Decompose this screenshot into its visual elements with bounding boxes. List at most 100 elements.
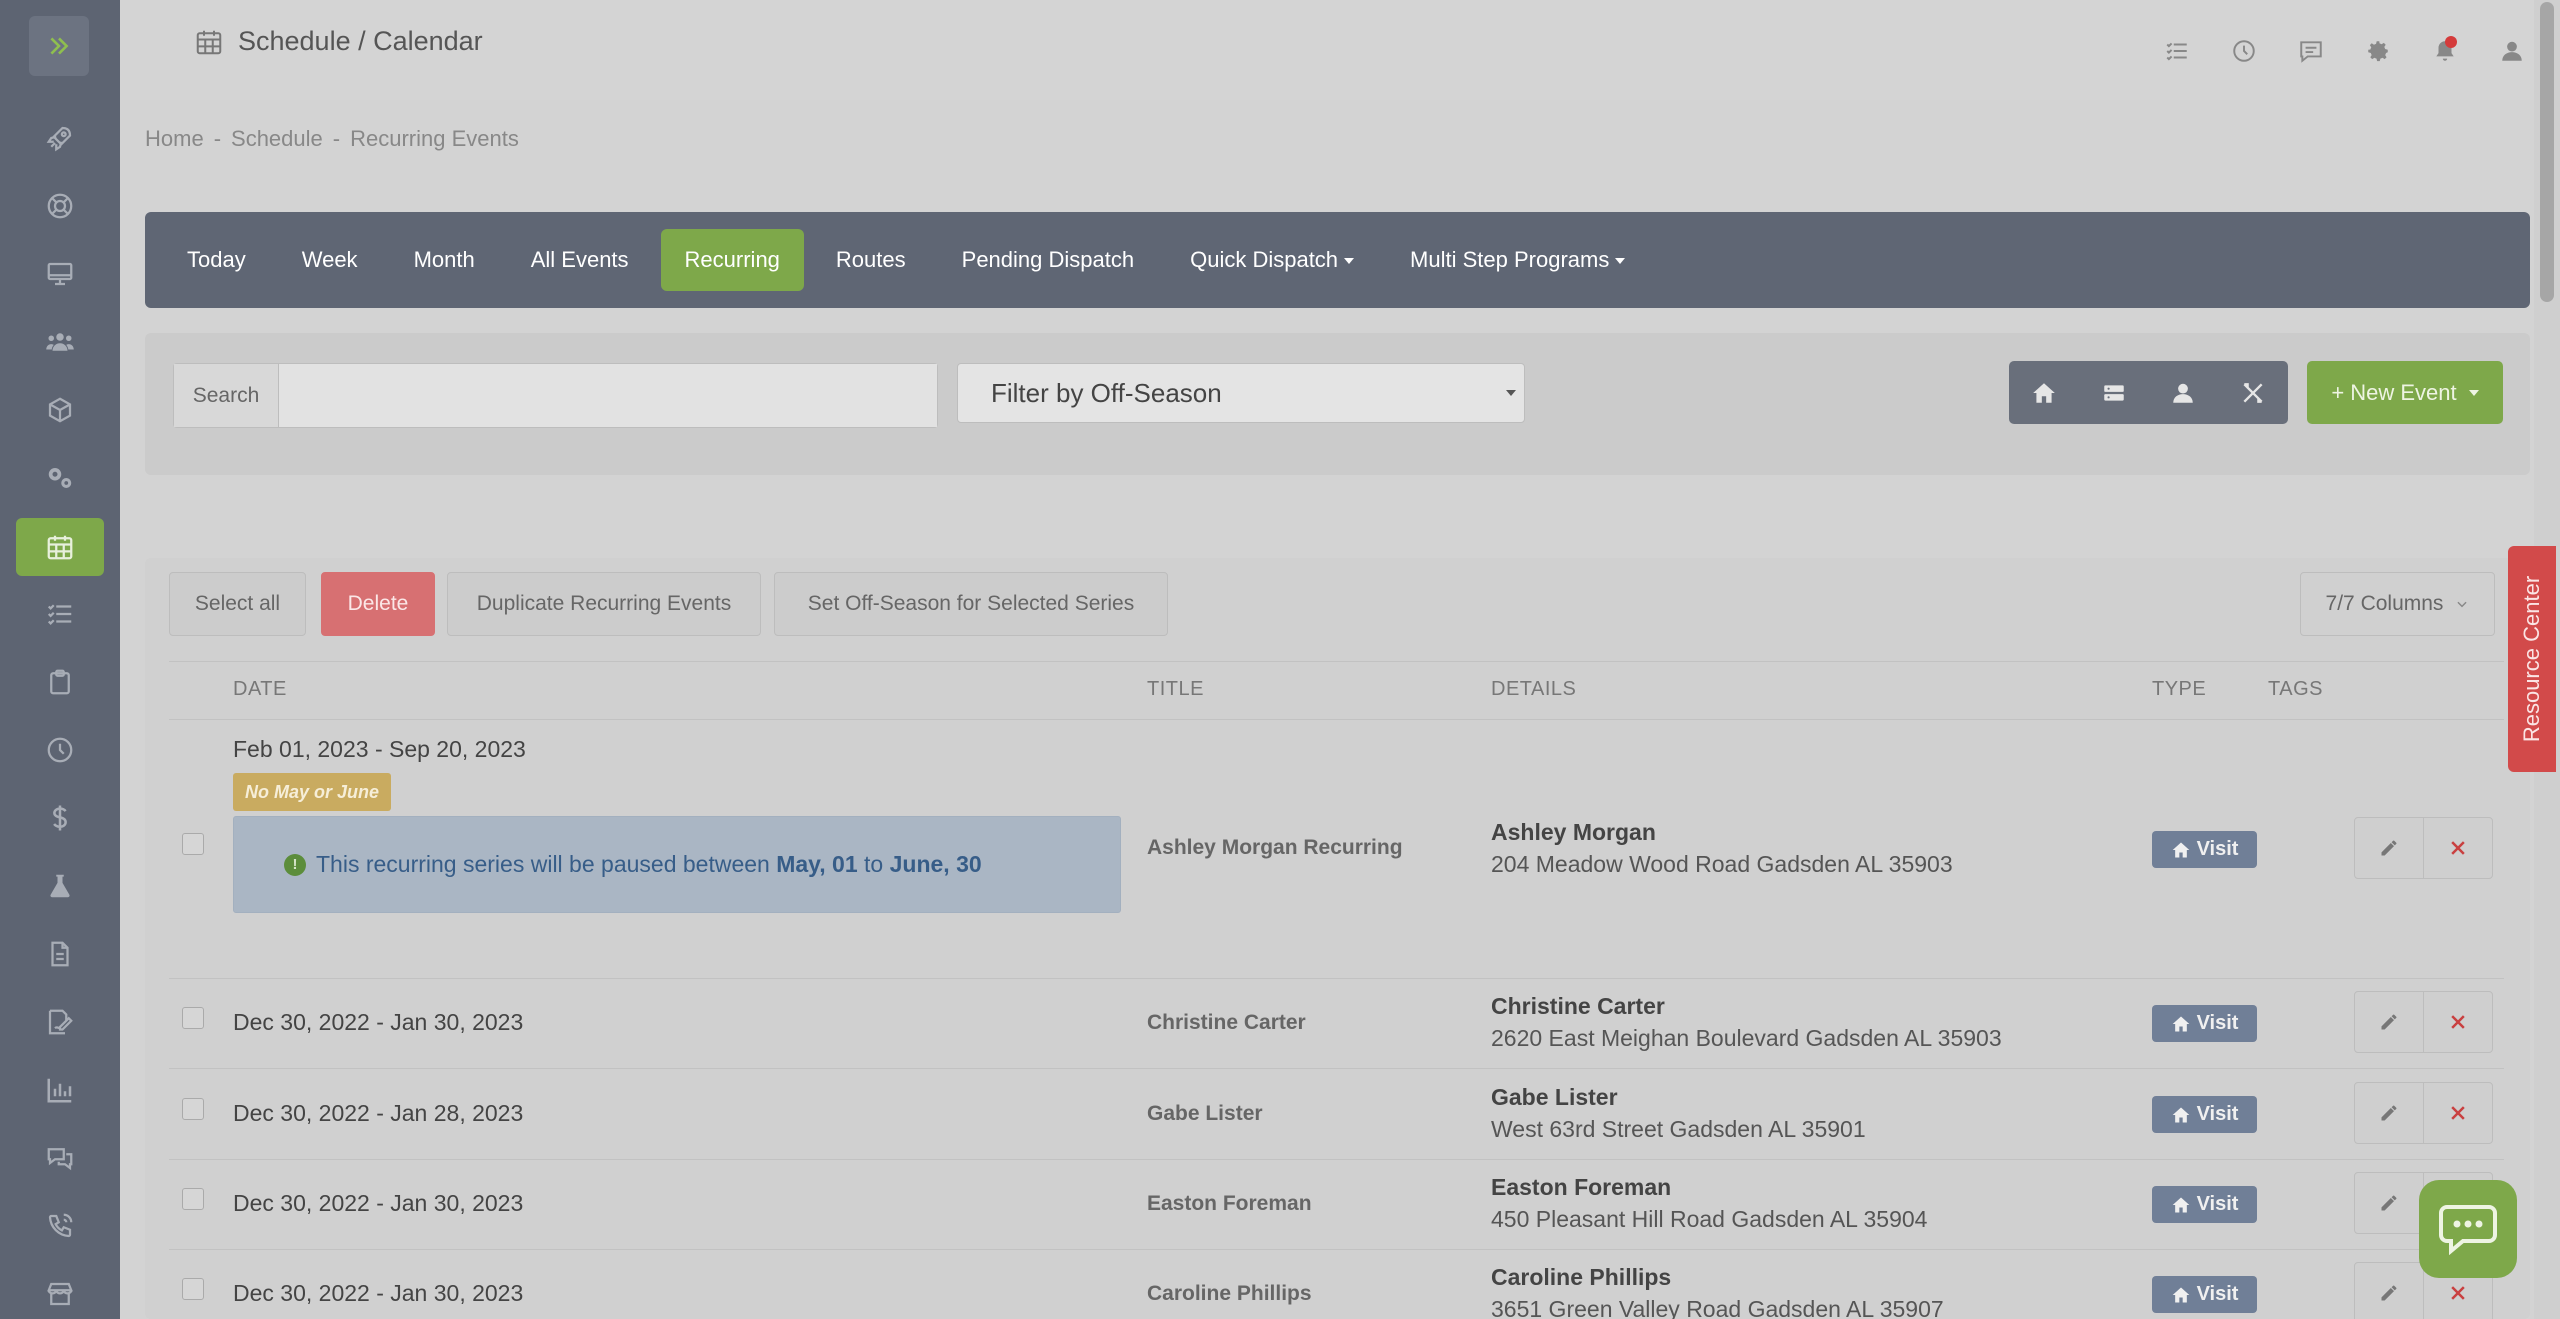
type-badge: Visit: [2152, 831, 2257, 868]
row-checkbox[interactable]: [182, 1098, 204, 1120]
sidebar-item-tasks[interactable]: [16, 585, 104, 643]
columns-toggle-button[interactable]: 7/7 Columns: [2300, 572, 2495, 636]
filter-employee-button[interactable]: [2149, 361, 2219, 424]
sidebar-item-clipboard[interactable]: [16, 653, 104, 711]
sidebar-item-inventory[interactable]: [16, 381, 104, 439]
sidebar-item-settings[interactable]: [16, 449, 104, 507]
chat-icon[interactable]: [2292, 32, 2329, 69]
type-badge-label: Visit: [2196, 1012, 2239, 1034]
sidebar-item-reports[interactable]: [16, 1061, 104, 1119]
row-checkbox[interactable]: [182, 1007, 204, 1029]
calendar-icon: [196, 30, 222, 54]
row-title[interactable]: Ashley Morgan Recurring: [1147, 836, 1403, 860]
delete-row-button[interactable]: [2423, 1082, 2493, 1144]
sidebar-item-lab[interactable]: [16, 857, 104, 915]
sidebar-item-documents[interactable]: [16, 925, 104, 983]
filter-residential-button[interactable]: [2009, 361, 2079, 424]
row-customer-name[interactable]: Caroline Phillips: [1491, 1264, 1671, 1291]
header-date[interactable]: DATE: [233, 678, 287, 701]
home-icon: [2172, 842, 2189, 857]
delete-row-button[interactable]: [2423, 991, 2493, 1053]
checklist-icon[interactable]: [2158, 32, 2195, 69]
row-customer-name[interactable]: Gabe Lister: [1491, 1084, 1618, 1111]
filter-commercial-button[interactable]: [2079, 361, 2149, 424]
page-title-text: Schedule / Calendar: [238, 26, 483, 56]
tab-all-events[interactable]: All Events: [507, 229, 653, 291]
gears-icon: [48, 468, 72, 488]
tab-routes[interactable]: Routes: [812, 229, 930, 291]
sidebar-item-schedule[interactable]: [16, 518, 104, 576]
row-address: West 63rd Street Gadsden AL 35901: [1491, 1116, 1866, 1142]
header-type[interactable]: TYPE: [2152, 678, 2206, 701]
edit-button[interactable]: [2354, 1172, 2424, 1234]
sidebar-item-store[interactable]: [16, 1265, 104, 1319]
tab-multi-step-programs-label: Multi Step Programs: [1410, 247, 1610, 272]
sidebar: [0, 0, 120, 1319]
select-all-button[interactable]: Select all: [169, 572, 306, 636]
row-date: Dec 30, 2022 - Jan 30, 2023: [233, 1280, 524, 1306]
search-input[interactable]: [279, 364, 937, 427]
sidebar-toggle-button[interactable]: [29, 16, 89, 76]
row-title[interactable]: Easton Foreman: [1147, 1192, 1312, 1216]
row-checkbox[interactable]: [182, 833, 204, 855]
sidebar-item-contracts[interactable]: [16, 993, 104, 1051]
sidebar-item-billing[interactable]: [16, 789, 104, 847]
row-customer-name[interactable]: Christine Carter: [1491, 993, 1665, 1020]
breadcrumb-schedule[interactable]: Schedule: [231, 126, 323, 152]
row-date: Feb 01, 2023 - Sep 20, 2023: [233, 736, 526, 762]
set-offseason-button[interactable]: Set Off-Season for Selected Series: [774, 572, 1168, 636]
edit-button[interactable]: [2354, 1082, 2424, 1144]
chat-widget-button[interactable]: [2419, 1180, 2517, 1278]
divider: [169, 1159, 2504, 1160]
row-checkbox[interactable]: [182, 1278, 204, 1300]
row-customer-name[interactable]: Ashley Morgan: [1491, 819, 1656, 846]
filter-panel: Search Filter by Off-Season + New Event: [145, 333, 2530, 475]
offseason-filter-select[interactable]: Filter by Off-Season: [957, 363, 1525, 423]
edit-button[interactable]: [2354, 817, 2424, 879]
sidebar-item-support[interactable]: [16, 177, 104, 235]
header-details[interactable]: DETAILS: [1491, 678, 1576, 701]
sidebar-item-timesheet[interactable]: [16, 721, 104, 779]
sidebar-item-dashboard[interactable]: [16, 109, 104, 167]
tab-today[interactable]: Today: [163, 229, 270, 291]
edit-button[interactable]: [2354, 1262, 2424, 1319]
row-checkbox[interactable]: [182, 1188, 204, 1210]
sidebar-item-monitor[interactable]: [16, 245, 104, 303]
edit-button[interactable]: [2354, 991, 2424, 1053]
tab-week[interactable]: Week: [278, 229, 382, 291]
user-icon[interactable]: [2493, 32, 2530, 69]
type-badge: Visit: [2152, 1005, 2257, 1042]
sidebar-item-messages[interactable]: [16, 1129, 104, 1187]
duplicate-recurring-button[interactable]: Duplicate Recurring Events: [447, 572, 761, 636]
header-tags[interactable]: TAGS: [2268, 678, 2323, 701]
type-badge: Visit: [2152, 1096, 2257, 1133]
divider: [169, 719, 2504, 720]
sidebar-item-customers[interactable]: [16, 313, 104, 371]
row-title[interactable]: Christine Carter: [1147, 1011, 1306, 1035]
tab-quick-dispatch[interactable]: Quick Dispatch: [1166, 229, 1378, 291]
new-event-button[interactable]: + New Event: [2307, 361, 2503, 424]
home-icon: [2172, 1107, 2189, 1122]
resource-center-tab[interactable]: Resource Center: [2508, 546, 2556, 772]
header-title[interactable]: TITLE: [1147, 678, 1204, 701]
bell-icon[interactable]: [2426, 32, 2463, 69]
clock-icon[interactable]: [2225, 32, 2262, 69]
tab-multi-step-programs[interactable]: Multi Step Programs: [1386, 229, 1649, 291]
row-title[interactable]: Caroline Phillips: [1147, 1282, 1312, 1306]
tab-recurring[interactable]: Recurring: [660, 229, 804, 291]
gear-icon[interactable]: [2359, 32, 2396, 69]
home-icon: [2033, 382, 2055, 403]
row-customer-name[interactable]: Easton Foreman: [1491, 1174, 1671, 1201]
delete-button[interactable]: Delete: [321, 572, 435, 636]
scrollbar-thumb[interactable]: [2540, 2, 2554, 302]
breadcrumb-home[interactable]: Home: [145, 126, 204, 152]
delete-row-button[interactable]: [2423, 817, 2493, 879]
sidebar-item-calls[interactable]: [16, 1197, 104, 1255]
document-icon: [51, 941, 69, 967]
filter-service-button[interactable]: [2218, 361, 2288, 424]
row-title[interactable]: Gabe Lister: [1147, 1102, 1263, 1126]
tab-month[interactable]: Month: [390, 229, 499, 291]
tab-pending-dispatch[interactable]: Pending Dispatch: [938, 229, 1158, 291]
pencil-icon: [2381, 1105, 2397, 1121]
top-header: Schedule / Calendar: [120, 0, 2560, 100]
